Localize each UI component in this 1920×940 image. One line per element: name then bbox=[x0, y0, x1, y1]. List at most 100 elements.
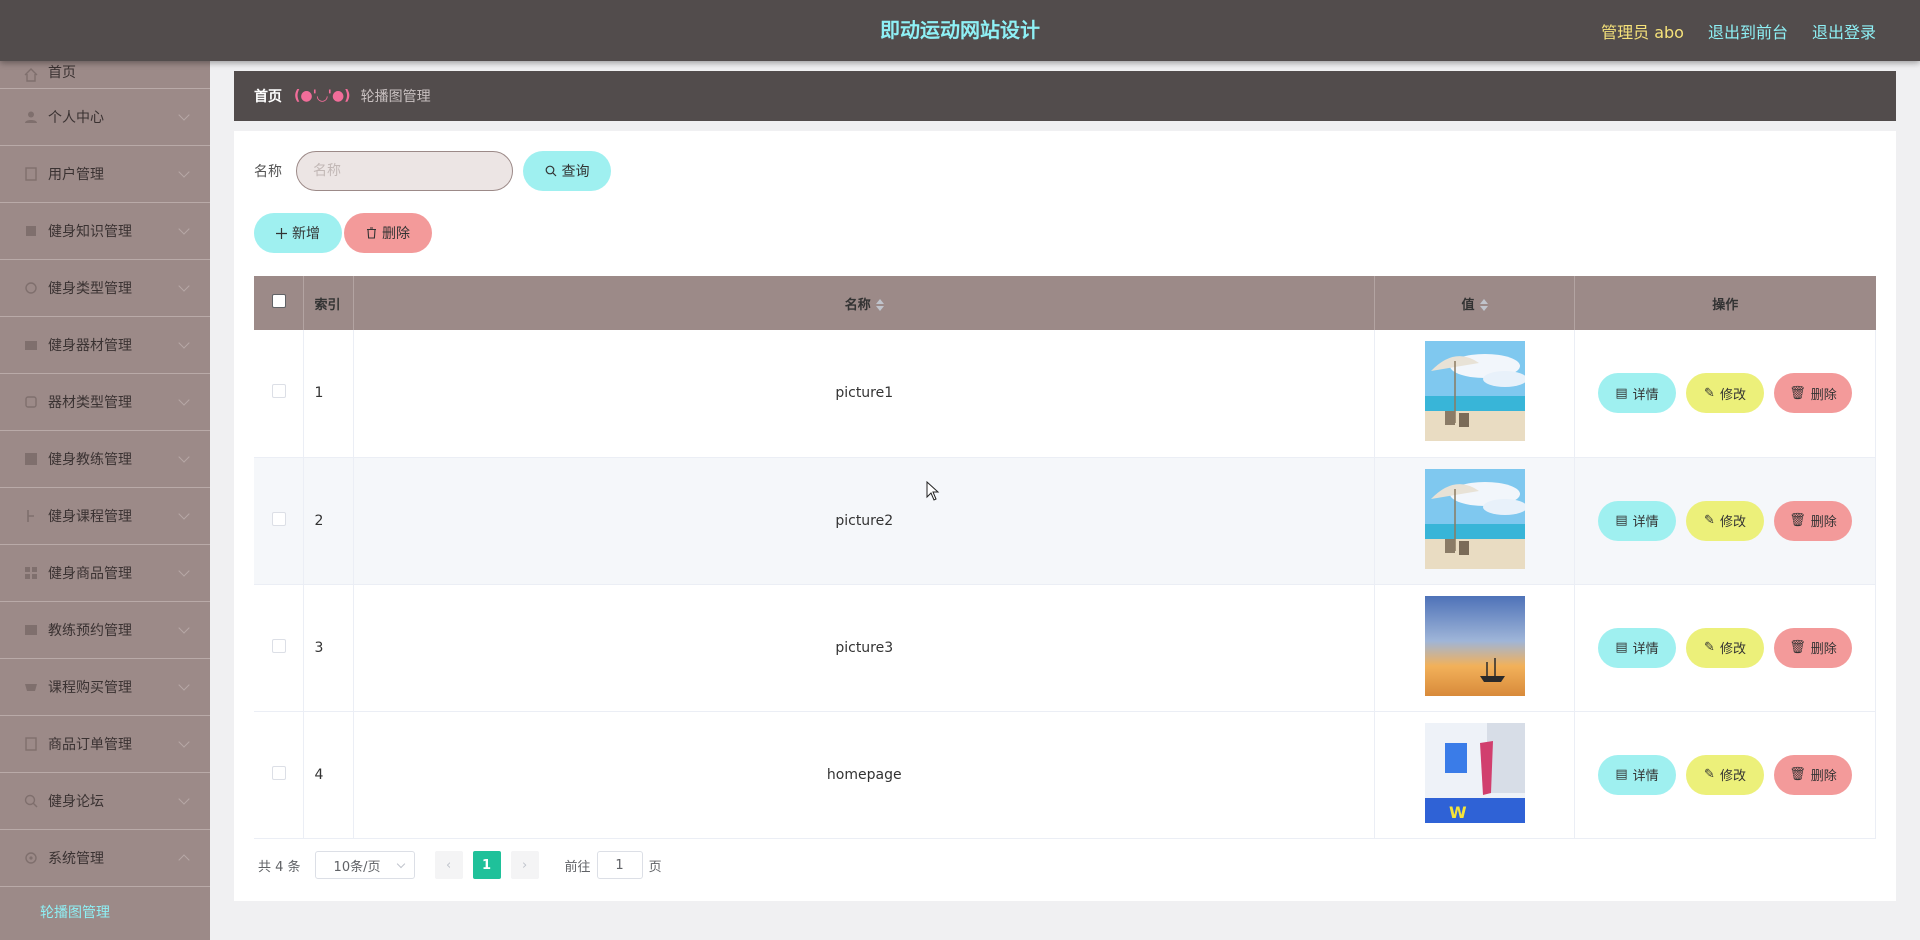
edit-button[interactable]: ✎ 修改 bbox=[1686, 754, 1764, 795]
value-header[interactable]: 值 bbox=[1374, 276, 1575, 330]
fitness-poster-image[interactable]: W bbox=[1424, 722, 1525, 823]
chevron-down-icon bbox=[178, 280, 190, 292]
sidebar-item-system[interactable]: 系统管理 bbox=[0, 830, 210, 887]
index-header: 索引 bbox=[303, 276, 355, 330]
row-checkbox[interactable] bbox=[271, 511, 286, 526]
document-icon: ▤ bbox=[1615, 640, 1628, 655]
chevron-down-icon bbox=[178, 508, 190, 520]
pagination: 共 4 条 10条/页 ‹ 1 › 前往 页 bbox=[258, 851, 662, 879]
exit-to-front-link[interactable]: 退出到前台 bbox=[1708, 19, 1788, 43]
sidebar-item-equipment-type[interactable]: 器材类型管理 bbox=[0, 374, 210, 431]
pencil-icon: ✎ bbox=[1704, 767, 1715, 782]
breadcrumb-current: 轮播图管理 bbox=[360, 89, 431, 105]
trash-icon: 🗑 bbox=[1789, 640, 1806, 655]
chevron-down-icon bbox=[178, 394, 190, 406]
row-ops-cell: ▤ 详情 ✎ 修改 🗑 删除 bbox=[1574, 711, 1876, 839]
row-ops-cell: ▤ 详情 ✎ 修改 🗑 删除 bbox=[1574, 330, 1876, 458]
forum-icon bbox=[24, 794, 38, 808]
chevron-down-icon bbox=[178, 337, 190, 349]
edit-button[interactable]: ✎ 修改 bbox=[1686, 373, 1764, 414]
breadcrumb-home[interactable]: 首页 bbox=[254, 86, 282, 106]
top-header: 即动运动网站设计 管理员 abo 退出到前台 退出登录 bbox=[0, 0, 1920, 61]
beach-umbrella-image[interactable] bbox=[1424, 341, 1525, 442]
row-checkbox[interactable] bbox=[271, 638, 286, 653]
page-number-button[interactable]: 1 bbox=[472, 851, 501, 879]
detail-button[interactable]: ▤ 详情 bbox=[1598, 500, 1676, 541]
row-delete-button[interactable]: 🗑 删除 bbox=[1774, 754, 1852, 795]
row-index: 2 bbox=[303, 457, 355, 585]
sidebar-item-label: 用户管理 bbox=[48, 167, 104, 183]
batch-delete-button[interactable]: 删除 bbox=[344, 213, 432, 253]
category-icon bbox=[24, 281, 38, 295]
goto-suffix: 页 bbox=[648, 859, 662, 875]
name-header[interactable]: 名称 bbox=[353, 276, 1376, 330]
row-select-cell bbox=[254, 711, 305, 839]
logout-link[interactable]: 退出登录 bbox=[1812, 19, 1876, 43]
sidebar-item-coach-booking[interactable]: 教练预约管理 bbox=[0, 602, 210, 659]
users-icon bbox=[24, 167, 38, 181]
action-bar: 新增 删除 bbox=[254, 213, 432, 253]
add-button-label: 新增 bbox=[292, 226, 320, 242]
query-button-label: 查询 bbox=[561, 164, 590, 180]
beach-umbrella-image[interactable] bbox=[1424, 468, 1525, 569]
chevron-down-icon bbox=[178, 793, 190, 805]
page-size-select[interactable]: 10条/页 bbox=[314, 851, 415, 879]
sidebar-item-label: 健身教练管理 bbox=[48, 452, 132, 468]
sidebar-item-user-management[interactable]: 用户管理 bbox=[0, 146, 210, 203]
sidebar-item-label: 健身课程管理 bbox=[48, 509, 132, 525]
row-index: 4 bbox=[303, 711, 355, 839]
sort-icon[interactable] bbox=[875, 299, 884, 311]
batch-delete-label: 删除 bbox=[382, 226, 410, 242]
sidebar-item-knowledge[interactable]: 健身知识管理 bbox=[0, 203, 210, 260]
edit-button[interactable]: ✎ 修改 bbox=[1686, 627, 1764, 668]
chevron-down-icon bbox=[178, 622, 190, 634]
sidebar-item-course-purchase[interactable]: 课程购买管理 bbox=[0, 659, 210, 716]
detail-button[interactable]: ▤ 详情 bbox=[1598, 754, 1676, 795]
sidebar-item-personal-center[interactable]: 个人中心 bbox=[0, 89, 210, 146]
row-checkbox[interactable] bbox=[271, 765, 286, 780]
row-select-cell bbox=[254, 584, 305, 712]
row-delete-button[interactable]: 🗑 删除 bbox=[1774, 373, 1852, 414]
query-button[interactable]: 查询 bbox=[523, 151, 611, 191]
sidebar-item-label: 健身商品管理 bbox=[48, 566, 132, 582]
edit-button[interactable]: ✎ 修改 bbox=[1686, 500, 1764, 541]
document-icon: ▤ bbox=[1615, 767, 1628, 782]
sidebar-item-fitness-type[interactable]: 健身类型管理 bbox=[0, 260, 210, 317]
detail-button[interactable]: ▤ 详情 bbox=[1598, 627, 1676, 668]
row-checkbox[interactable] bbox=[271, 384, 286, 399]
select-all-checkbox[interactable] bbox=[271, 294, 286, 308]
pencil-icon: ✎ bbox=[1704, 385, 1715, 401]
goto-page-input[interactable] bbox=[596, 851, 643, 879]
sidebar-item-goods[interactable]: 健身商品管理 bbox=[0, 545, 210, 602]
sort-icon[interactable] bbox=[1479, 299, 1488, 311]
chevron-down-icon bbox=[178, 736, 190, 748]
sidebar-item-coach[interactable]: 健身教练管理 bbox=[0, 431, 210, 488]
sidebar-item-forum[interactable]: 健身论坛 bbox=[0, 773, 210, 830]
add-button[interactable]: 新增 bbox=[254, 213, 342, 253]
sidebar-item-equipment[interactable]: 健身器材管理 bbox=[0, 317, 210, 374]
chevron-down-icon bbox=[178, 565, 190, 577]
row-delete-button[interactable]: 🗑 删除 bbox=[1774, 627, 1852, 668]
carousel-table: 索引 名称 值 操作 1 picture1 ▤ 详情 ✎ 修改 🗑 删除 2 p… bbox=[254, 276, 1876, 839]
sunset-boat-image[interactable] bbox=[1424, 595, 1525, 696]
chevron-down-icon bbox=[396, 859, 405, 869]
sidebar-item-course[interactable]: 健身课程管理 bbox=[0, 488, 210, 545]
row-name: homepage bbox=[353, 711, 1376, 839]
next-page-button[interactable]: › bbox=[510, 851, 539, 879]
course-icon bbox=[24, 509, 38, 523]
row-delete-button[interactable]: 🗑 删除 bbox=[1774, 500, 1852, 541]
sidebar-item-label: 健身类型管理 bbox=[48, 281, 132, 297]
table-row: 1 picture1 ▤ 详情 ✎ 修改 🗑 删除 bbox=[254, 330, 1876, 458]
edit-button-label: 修改 bbox=[1719, 642, 1746, 657]
edit-button-label: 修改 bbox=[1719, 769, 1746, 784]
trash-icon: 🗑 bbox=[1789, 513, 1806, 528]
tag-icon bbox=[24, 395, 38, 409]
prev-page-button[interactable]: ‹ bbox=[434, 851, 463, 879]
sidebar-item-goods-order[interactable]: 商品订单管理 bbox=[0, 716, 210, 773]
trash-icon bbox=[367, 227, 376, 239]
value-header-label: 值 bbox=[1461, 297, 1475, 313]
name-search-input[interactable] bbox=[296, 151, 513, 191]
sidebar-subitem-carousel[interactable]: 轮播图管理 bbox=[0, 887, 210, 937]
table-row: 4 homepage W ▤ 详情 ✎ 修改 🗑 删除 bbox=[254, 711, 1876, 839]
detail-button[interactable]: ▤ 详情 bbox=[1598, 373, 1676, 414]
